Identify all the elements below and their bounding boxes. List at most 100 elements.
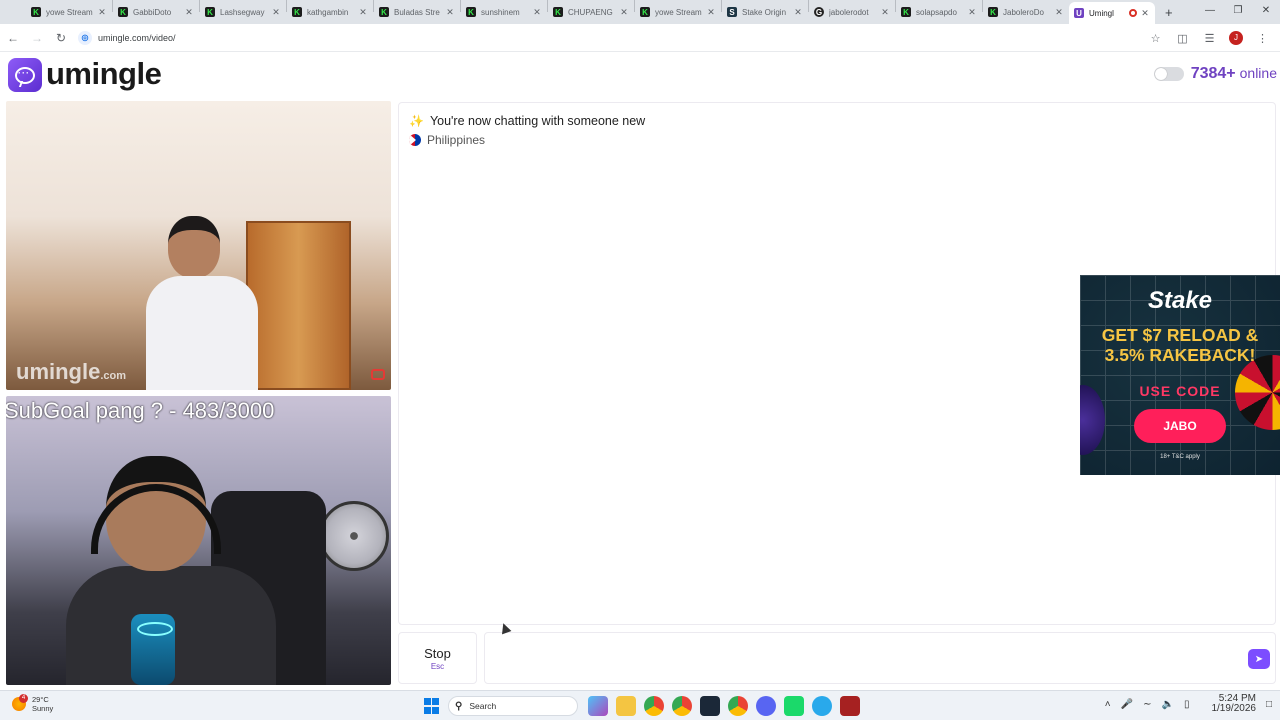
- tab-close-icon[interactable]: ✕: [967, 7, 977, 18]
- send-icon[interactable]: ➤: [1248, 649, 1270, 669]
- ad-brand: Stake: [1147, 287, 1213, 314]
- microphone: [131, 614, 175, 685]
- partner-country: Philippines: [409, 133, 485, 147]
- chrome-profile-icon[interactable]: [672, 696, 692, 716]
- online-label: online: [1239, 65, 1277, 81]
- chrome-active-icon[interactable]: [728, 696, 748, 716]
- tab-favicon-icon: S: [727, 7, 737, 17]
- stake-ad-banner[interactable]: Stake GET $7 RELOAD & 3.5% RAKEBACK! USE…: [1080, 275, 1280, 475]
- tab-label: kathgambin: [307, 7, 349, 17]
- tab-close-icon[interactable]: ✕: [706, 7, 716, 18]
- tab-close-icon[interactable]: ✕: [184, 7, 194, 18]
- tab-close-icon[interactable]: ✕: [532, 7, 542, 18]
- steam-icon[interactable]: [700, 696, 720, 716]
- stranger-video: umingle.com: [6, 101, 391, 390]
- battery-icon[interactable]: ▯: [1184, 699, 1190, 710]
- browser-tab[interactable]: K CHUPAENG ✕: [548, 2, 634, 22]
- browser-tab[interactable]: K GabbiDoto ✕: [113, 2, 199, 22]
- windows-start-icon[interactable]: [424, 698, 440, 714]
- video-watermark: umingle.com: [16, 359, 127, 384]
- network-icon[interactable]: ∼: [1143, 699, 1151, 710]
- file-explorer-icon[interactable]: [616, 696, 636, 716]
- toolbar-actions: ☆ ◫ ☰ J ⋮: [1142, 24, 1276, 52]
- tab-label: jabolerodot: [829, 7, 869, 17]
- browser-tab[interactable]: K Buladas Stre ✕: [374, 2, 460, 22]
- tab-label: Buladas Stre: [394, 7, 440, 17]
- chat-status-message: ✨ You're now chatting with someone new: [409, 114, 645, 128]
- tab-close-icon[interactable]: ✕: [271, 7, 281, 18]
- tab-label: solapsapdo: [916, 7, 957, 17]
- browser-tab[interactable]: Kyowe Stream ✕: [26, 2, 112, 22]
- minimize-icon[interactable]: —: [1196, 0, 1224, 24]
- extensions-icon[interactable]: ◫: [1169, 32, 1196, 45]
- browser-tab[interactable]: Ksolapsapdo ✕: [896, 2, 982, 22]
- tab-favicon-icon: K: [118, 7, 128, 17]
- browser-tab[interactable]: K Lashsegway ✕: [200, 2, 286, 22]
- browser-tab[interactable]: Kyowe Stream ✕: [635, 2, 721, 22]
- search-icon: ⚲: [455, 700, 463, 712]
- online-count: 7384+: [1190, 65, 1236, 82]
- tab-close-icon[interactable]: ✕: [880, 7, 890, 18]
- dota-icon[interactable]: [840, 696, 860, 716]
- stranger-person: [146, 216, 258, 390]
- notification-icon[interactable]: □: [1266, 699, 1272, 710]
- reload-icon[interactable]: ↻: [50, 31, 72, 45]
- restore-icon[interactable]: ❐: [1224, 0, 1252, 24]
- copilot-icon[interactable]: [588, 696, 608, 716]
- volume-icon[interactable]: 🔈: [1161, 699, 1173, 710]
- weather-widget[interactable]: 4 29°C Sunny: [12, 694, 54, 713]
- report-flag-icon[interactable]: [371, 369, 385, 380]
- browser-tab[interactable]: U Umingl ✕: [1069, 2, 1155, 24]
- browser-tab[interactable]: Ksunshinem ✕: [461, 2, 547, 22]
- tab-close-icon[interactable]: ✕: [358, 7, 368, 18]
- chevron-up-icon[interactable]: ˄: [1105, 699, 1111, 710]
- tab-label: yowe Stream: [655, 7, 702, 17]
- url-field[interactable]: ◎ umingle.com/video/: [78, 28, 176, 48]
- online-indicator: 7384+ online: [1153, 65, 1277, 83]
- message-input[interactable]: [493, 645, 1233, 673]
- stop-button[interactable]: Stop Esc: [398, 632, 477, 684]
- forward-icon[interactable]: →: [26, 31, 48, 45]
- tab-label: GabbiDoto: [133, 7, 172, 17]
- taskbar-search-label: Search: [469, 701, 497, 711]
- app-icon[interactable]: [784, 696, 804, 716]
- site-header: ··· umingle 7384+ online: [0, 52, 1280, 100]
- tab-close-icon[interactable]: ✕: [619, 7, 629, 18]
- taskbar-search[interactable]: ⚲ Search: [448, 696, 578, 716]
- site-logo[interactable]: umingle: [46, 56, 162, 92]
- browser-tab[interactable]: Gjabolerodot ✕: [809, 2, 895, 22]
- browser-tab[interactable]: S Stake Origin ✕: [722, 2, 808, 22]
- tab-close-icon[interactable]: ✕: [793, 7, 803, 18]
- close-window-icon[interactable]: ✕: [1252, 0, 1280, 24]
- tab-close-icon[interactable]: ✕: [1054, 7, 1064, 18]
- bookmark-star-icon[interactable]: ☆: [1142, 32, 1169, 45]
- site-info-icon[interactable]: ◎: [78, 30, 92, 45]
- ad-code-button[interactable]: JABO: [1134, 409, 1226, 443]
- new-tab-button[interactable]: +: [1165, 5, 1173, 20]
- tab-close-icon[interactable]: ✕: [445, 7, 455, 18]
- url-text[interactable]: umingle.com/video/: [98, 33, 176, 43]
- tab-favicon-icon: K: [553, 7, 563, 17]
- weather-desc: Sunny: [32, 704, 54, 713]
- profile-avatar[interactable]: J: [1229, 31, 1243, 45]
- windows-taskbar: 4 29°C Sunny ⚲ Search ˄ 🎤 ∼ 🔈 ▯ 5:24 PM 1…: [0, 690, 1280, 720]
- clock[interactable]: 5:24 PM 1/19/2026: [1201, 694, 1256, 714]
- background-fan: [319, 501, 389, 571]
- tab-search-icon[interactable]: ☰: [1196, 32, 1223, 45]
- tab-list: Kyowe Stream ✕ K GabbiDoto ✕ K Lashsegway ✕ Kkat…: [26, 0, 1155, 24]
- tab-close-icon[interactable]: ✕: [97, 7, 107, 18]
- browser-tab[interactable]: K JaboleroDo ✕: [983, 2, 1069, 22]
- back-icon[interactable]: ←: [2, 31, 24, 45]
- telegram-icon[interactable]: [812, 696, 832, 716]
- tab-label: JaboleroDo: [1003, 7, 1044, 17]
- menu-icon[interactable]: ⋮: [1249, 32, 1276, 45]
- tab-close-icon[interactable]: ✕: [1140, 8, 1150, 19]
- chrome-icon[interactable]: [644, 696, 664, 716]
- discord-icon[interactable]: [756, 696, 776, 716]
- chat-bubble-logo-icon[interactable]: ···: [8, 58, 42, 92]
- ad-use-code-label: USE CODE: [1139, 383, 1221, 399]
- microphone-icon[interactable]: 🎤: [1121, 699, 1133, 710]
- theme-toggle[interactable]: [1153, 67, 1184, 81]
- address-bar: ← → ↻ ◎ umingle.com/video/ ☆ ◫ ☰ J ⋮: [0, 24, 1280, 52]
- browser-tab[interactable]: Kkathgambin ✕: [287, 2, 373, 22]
